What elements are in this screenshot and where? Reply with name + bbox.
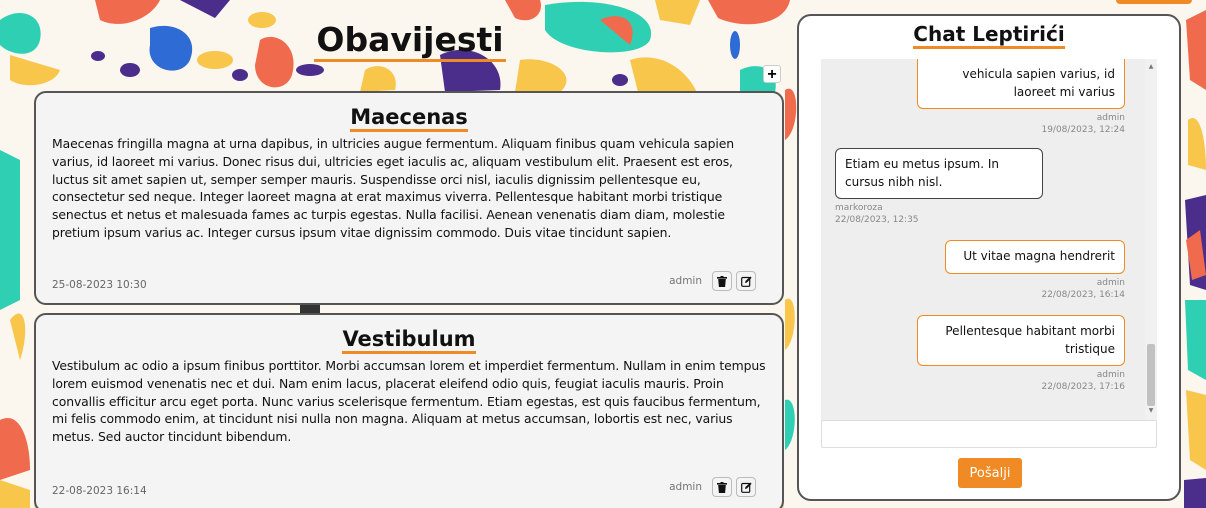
- scroll-up-icon[interactable]: ▲: [1145, 63, 1157, 71]
- chat-message: Etiam eu metus ipsum. In cursus nibh nis…: [835, 148, 1043, 226]
- chat-message: vehicula sapien varius, id laoreet mi va…: [917, 59, 1125, 136]
- post-title: Maecenas: [52, 105, 766, 132]
- post-card: Vestibulum Vestibulum ac odio a ipsum fi…: [34, 313, 784, 508]
- edit-icon: [740, 482, 752, 493]
- message-text: vehicula sapien varius, id laoreet mi va…: [917, 59, 1125, 109]
- chat-title: Chat Leptirići: [799, 22, 1179, 49]
- top-menu-button[interactable]: [1116, 0, 1192, 4]
- message-text: Pellentesque habitant morbi tristique: [917, 315, 1125, 366]
- post-body: Maecenas fringilla magna at urna dapibus…: [52, 136, 735, 240]
- message-time: 19/08/2023, 12:24: [1041, 125, 1125, 135]
- page-title: Obavijesti: [300, 20, 520, 62]
- edit-post-button[interactable]: [736, 477, 756, 497]
- chat-message-input[interactable]: [821, 420, 1157, 448]
- chat-messages[interactable]: vehicula sapien varius, id laoreet mi va…: [821, 59, 1157, 433]
- post-date: 25-08-2023 10:30: [52, 279, 147, 291]
- message-time: 22/08/2023, 12:35: [835, 215, 919, 225]
- chat-message: Ut vitae magna hendrerit admin 22/08/202…: [945, 240, 1125, 301]
- post-author: admin: [669, 275, 702, 287]
- message-text: Etiam eu metus ipsum. In cursus nibh nis…: [835, 148, 1043, 199]
- plus-icon: +: [767, 65, 777, 83]
- message-time: 22/08/2023, 17:16: [1041, 382, 1125, 392]
- chat-message: Pellentesque habitant morbi tristique ad…: [917, 315, 1125, 393]
- message-time: 22/08/2023, 16:14: [1041, 289, 1125, 300]
- message-author: admin: [1096, 277, 1125, 288]
- message-author: admin: [1096, 113, 1125, 123]
- trash-icon: [717, 275, 727, 287]
- message-text: Ut vitae magna hendrerit: [945, 240, 1125, 274]
- scroll-thumb[interactable]: [1147, 344, 1155, 406]
- message-author: admin: [1096, 370, 1125, 380]
- post-date: 22-08-2023 16:14: [52, 485, 147, 497]
- scroll-down-icon[interactable]: ▼: [1145, 407, 1157, 415]
- delete-post-button[interactable]: [712, 477, 732, 497]
- post-footer: 22-08-2023 16:14 admin: [52, 477, 766, 499]
- send-button[interactable]: Pošalji: [958, 458, 1022, 488]
- chat-scrollbar[interactable]: ▲ ▼: [1145, 59, 1157, 433]
- edit-post-button[interactable]: [736, 271, 756, 291]
- post-title: Vestibulum: [52, 327, 766, 354]
- chat-panel: Chat Leptirići vehicula sapien varius, i…: [797, 14, 1181, 501]
- post-author: admin: [669, 481, 702, 493]
- message-author: markoroza: [835, 203, 883, 213]
- add-post-button[interactable]: +: [763, 65, 781, 83]
- post-card: Maecenas Maecenas fringilla magna at urn…: [34, 91, 784, 305]
- edit-icon: [740, 276, 752, 287]
- post-footer: 25-08-2023 10:30 admin: [52, 271, 766, 293]
- trash-icon: [717, 481, 727, 493]
- delete-post-button[interactable]: [712, 271, 732, 291]
- post-body: Vestibulum ac odio a ipsum finibus portt…: [52, 358, 766, 445]
